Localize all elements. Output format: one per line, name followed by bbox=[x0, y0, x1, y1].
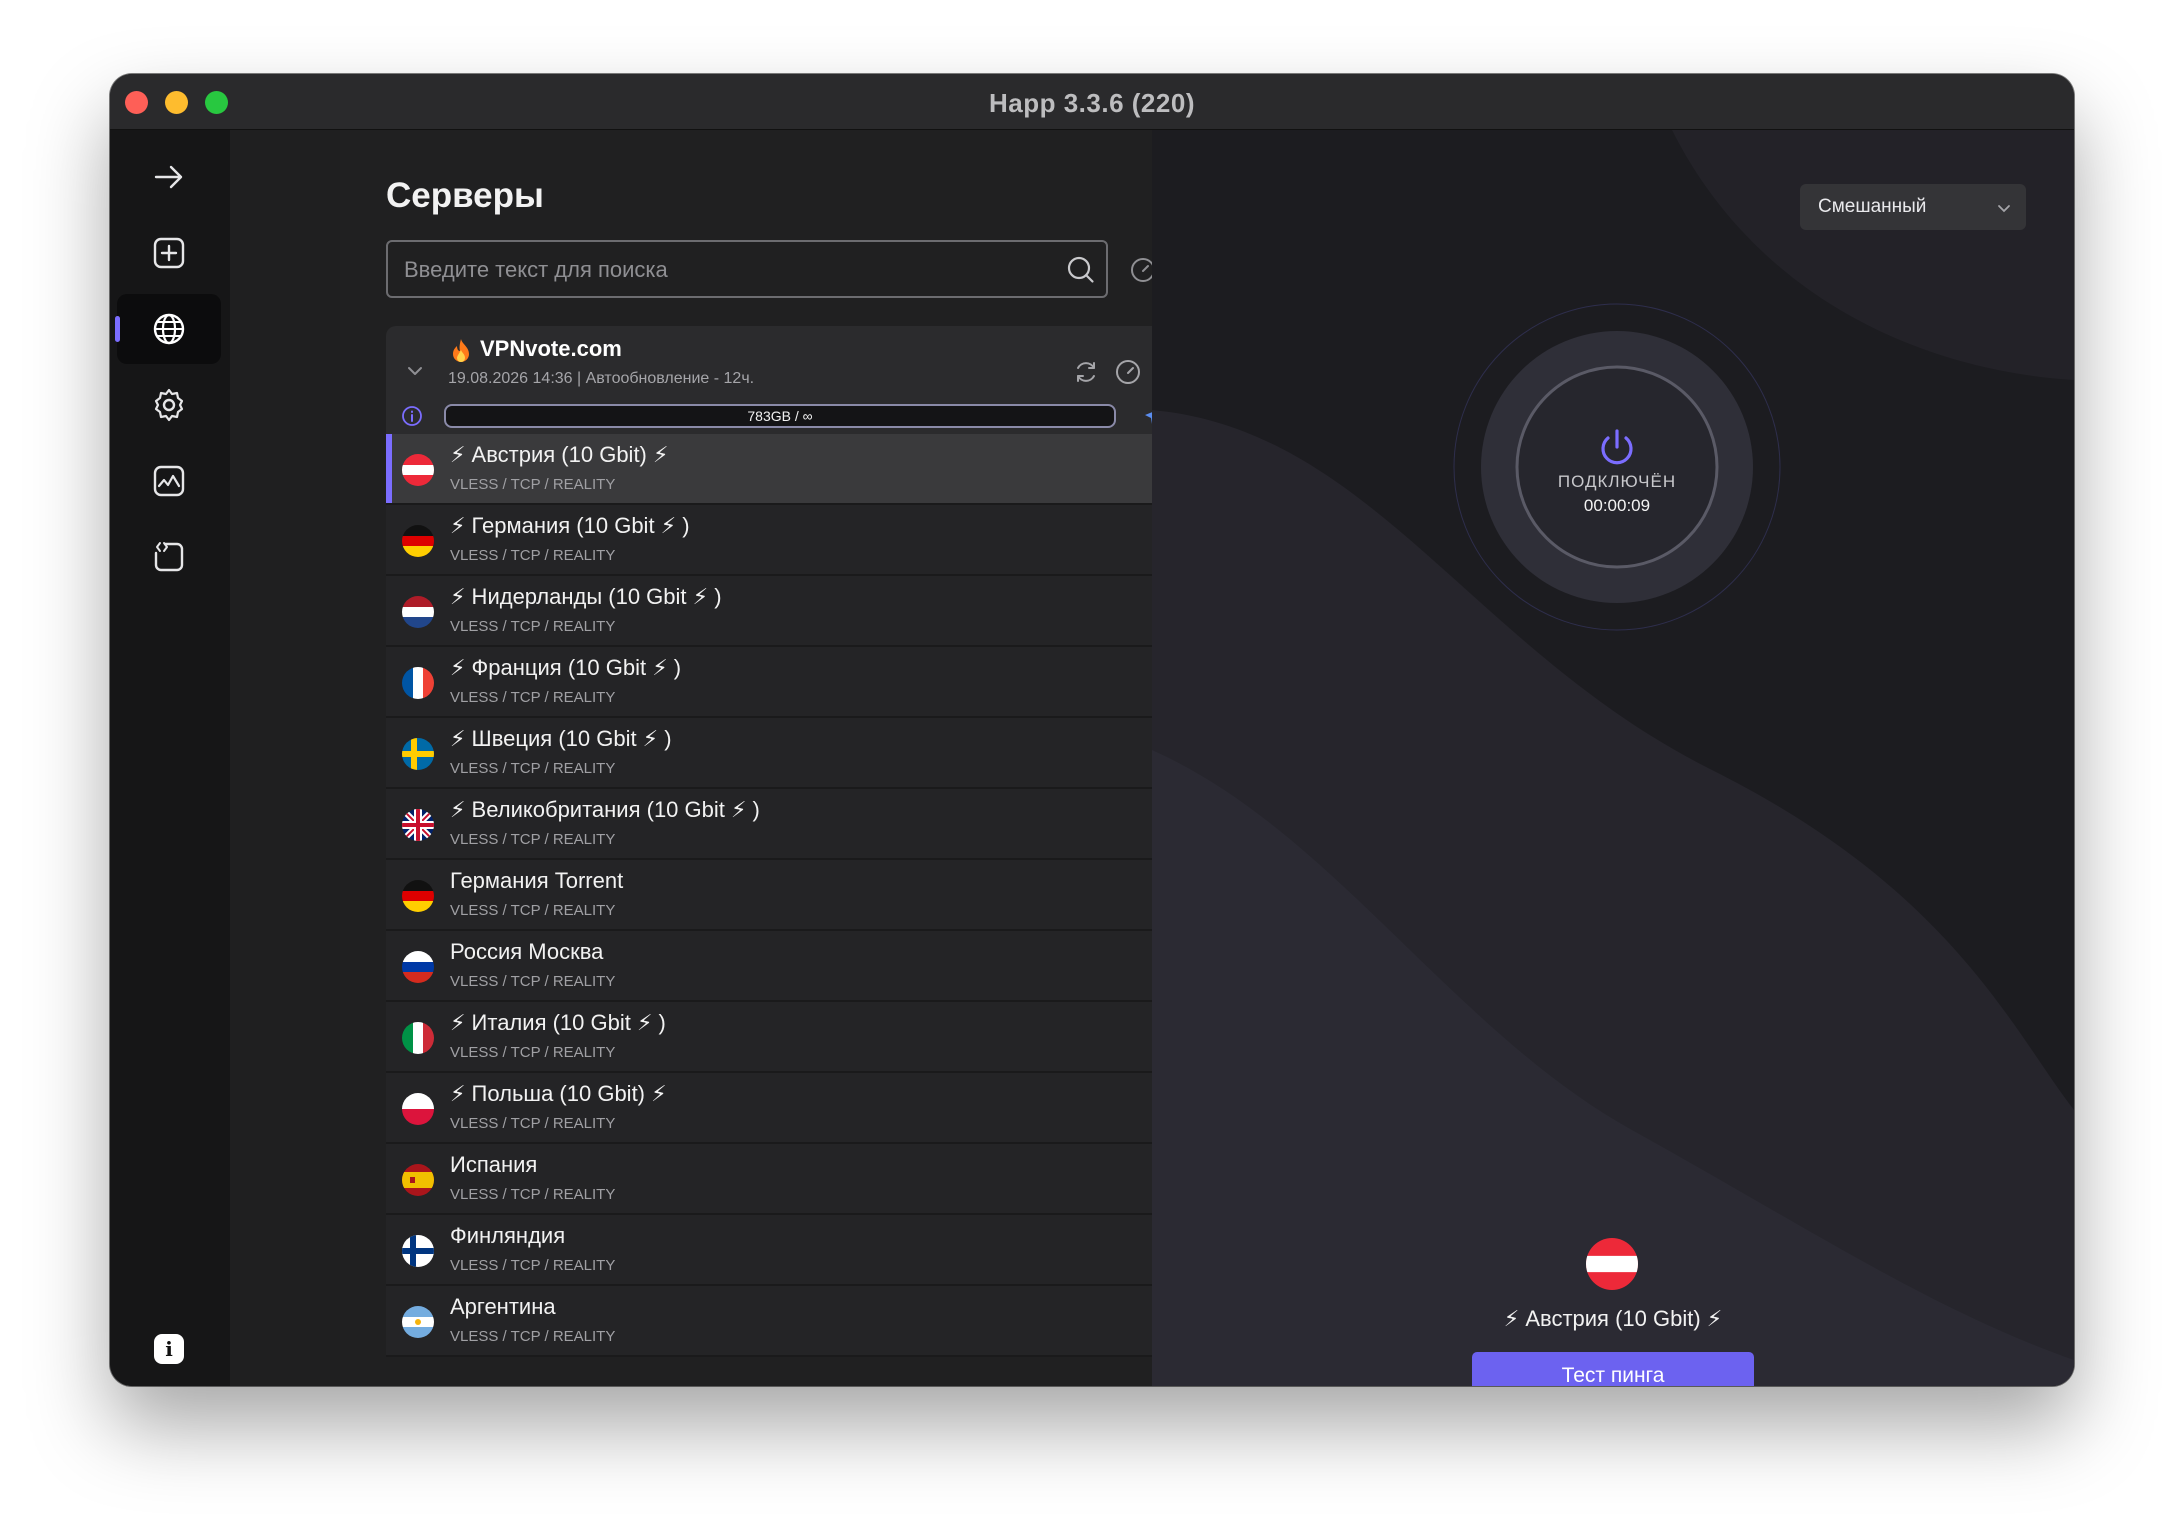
server-protocol: VLESS / TCP / REALITY bbox=[450, 1115, 616, 1132]
server-name: ⚡ Франция (10 Gbit ⚡ ) bbox=[450, 655, 682, 680]
info-circle-icon[interactable] bbox=[401, 405, 423, 427]
germany-flag-icon bbox=[402, 880, 434, 912]
search-icon[interactable] bbox=[1066, 255, 1096, 285]
server-row[interactable]: ⚡ Нидерланды (10 Gbit ⚡ ) VLESS / TCP / R… bbox=[386, 576, 1200, 647]
power-icon bbox=[1601, 429, 1633, 465]
chevron-down-icon bbox=[1998, 205, 2010, 213]
refresh-icon[interactable] bbox=[1072, 358, 1100, 386]
server-row[interactable]: ⚡ Польша (10 Gbit) ⚡ VLESS / TCP / REALIT… bbox=[386, 1073, 1200, 1144]
subscription-group[interactable]: VPNvote.com 19.08.2026 14:36 | Автообнов… bbox=[386, 326, 1200, 434]
server-name: Аргентина bbox=[450, 1294, 556, 1319]
server-name: ⚡ Нидерланды (10 Gbit ⚡ ) bbox=[450, 584, 722, 609]
server-name: ⚡ Великобритания (10 Gbit ⚡ ) bbox=[450, 797, 760, 822]
server-row[interactable]: ⚡ Швеция (10 Gbit ⚡ ) VLESS / TCP / REALI… bbox=[386, 718, 1200, 789]
server-protocol: VLESS / TCP / REALITY bbox=[450, 902, 616, 919]
ping-test-button[interactable]: Тест пинга bbox=[1472, 1352, 1754, 1386]
server-row[interactable]: ⚡ Италия (10 Gbit ⚡ ) VLESS / TCP / REALI… bbox=[386, 1002, 1200, 1073]
sidebar-item-stats[interactable] bbox=[117, 446, 221, 516]
mode-label: Смешанный bbox=[1818, 196, 1927, 217]
server-name: ⚡ Швеция (10 Gbit ⚡ ) bbox=[450, 726, 672, 751]
server-name: Финляндия bbox=[450, 1223, 566, 1248]
poland-flag-icon bbox=[402, 1093, 434, 1125]
connection-status: ПОДКЛЮЧЁН bbox=[1557, 472, 1677, 491]
activity-chart-icon bbox=[153, 465, 185, 497]
server-row[interactable]: ⚡ Австрия (10 Gbit) ⚡ VLESS / TCP / REALI… bbox=[386, 434, 1200, 505]
add-square-icon bbox=[153, 237, 185, 269]
sweden-flag-icon bbox=[402, 738, 434, 770]
server-list: ⚡ Австрия (10 Gbit) ⚡ VLESS / TCP / REALI… bbox=[386, 434, 1200, 1357]
server-protocol: VLESS / TCP / REALITY bbox=[450, 618, 616, 635]
window-title: Happ 3.3.6 (220) bbox=[989, 88, 1195, 118]
search-placeholder: Введите текст для поиска bbox=[404, 257, 668, 282]
argentina-flag-icon bbox=[402, 1306, 434, 1338]
search-input[interactable]: Введите текст для поиска bbox=[386, 240, 1108, 298]
server-protocol: VLESS / TCP / REALITY bbox=[450, 476, 616, 493]
mode-select[interactable]: Смешанный bbox=[1800, 184, 2026, 230]
server-protocol: VLESS / TCP / REALITY bbox=[450, 1257, 616, 1274]
servers-panel-content: Серверы Введите текст для поиска ··· VPN… bbox=[340, 130, 1210, 1386]
globe-icon bbox=[153, 313, 185, 345]
server-row[interactable]: Финляндия VLESS / TCP / REALITY bbox=[386, 1215, 1200, 1286]
server-protocol: VLESS / TCP / REALITY bbox=[450, 689, 616, 706]
sidebar: i bbox=[110, 130, 230, 1386]
russia-flag-icon bbox=[402, 951, 434, 983]
server-row[interactable]: ⚡ Великобритания (10 Gbit ⚡ ) VLESS / TCP… bbox=[386, 789, 1200, 860]
selected-server-flag bbox=[1586, 1238, 1638, 1290]
france-flag-icon bbox=[402, 667, 434, 699]
server-protocol: VLESS / TCP / REALITY bbox=[450, 1328, 616, 1345]
code-file-icon bbox=[154, 542, 184, 572]
connection-panel: Смешанный ПОДКЛЮЧЁН 00:00:09 ⚡ Австрия (… bbox=[1152, 130, 2074, 1386]
netherlands-flag-icon bbox=[402, 596, 434, 628]
info-icon[interactable]: i bbox=[154, 1334, 184, 1364]
server-protocol: VLESS / TCP / REALITY bbox=[450, 1186, 616, 1203]
finland-flag-icon bbox=[402, 1235, 434, 1267]
connection-timer: 00:00:09 bbox=[1583, 496, 1651, 515]
server-row[interactable]: ⚡ Германия (10 Gbit ⚡ ) VLESS / TCP / REA… bbox=[386, 505, 1200, 576]
server-name: ⚡ Польша (10 Gbit) ⚡ bbox=[450, 1081, 667, 1106]
server-row[interactable]: Германия Torrent VLESS / TCP / REALITY bbox=[386, 860, 1200, 931]
title-bar: Happ 3.3.6 (220) bbox=[110, 74, 2074, 130]
server-name: Германия Torrent bbox=[450, 868, 624, 893]
server-name: Россия Москва bbox=[450, 939, 604, 964]
server-row[interactable]: Аргентина VLESS / TCP / REALITY bbox=[386, 1286, 1200, 1357]
speed-test-icon[interactable] bbox=[1114, 358, 1142, 386]
italy-flag-icon bbox=[402, 1022, 434, 1054]
power-button[interactable]: ПОДКЛЮЧЁН 00:00:09 bbox=[1452, 302, 1782, 632]
sidebar-item-settings[interactable] bbox=[117, 370, 221, 440]
fire-icon bbox=[453, 339, 469, 362]
germany-flag-icon bbox=[402, 525, 434, 557]
app-window: Happ 3.3.6 (220) i Серверы Введите текст… bbox=[110, 74, 2074, 1386]
server-name: ⚡ Германия (10 Gbit ⚡ ) bbox=[450, 513, 690, 538]
page-title: Серверы bbox=[386, 176, 544, 215]
sidebar-item-servers[interactable] bbox=[115, 294, 221, 364]
server-row[interactable]: Россия Москва VLESS / TCP / REALITY bbox=[386, 931, 1200, 1002]
austria-flag-icon bbox=[402, 454, 434, 486]
gear-icon bbox=[154, 388, 184, 422]
server-protocol: VLESS / TCP / REALITY bbox=[450, 1044, 616, 1061]
selected-server-name: ⚡ Австрия (10 Gbit) ⚡ bbox=[1503, 1306, 1723, 1331]
traffic-usage-bar: 783GB / ∞ bbox=[444, 404, 1116, 428]
arrow-right-icon bbox=[154, 165, 183, 189]
servers-panel: Серверы Введите текст для поиска ··· VPN… bbox=[230, 130, 1210, 1386]
subscription-name: VPNvote.com bbox=[480, 336, 622, 361]
spain-flag-icon bbox=[402, 1164, 434, 1196]
server-name: ⚡ Австрия (10 Gbit) ⚡ bbox=[450, 442, 669, 467]
subscription-subtitle: 19.08.2026 14:36 | Автообновление - 12ч. bbox=[448, 370, 755, 387]
server-row[interactable]: Испания VLESS / TCP / REALITY bbox=[386, 1144, 1200, 1215]
server-name: Испания bbox=[450, 1152, 538, 1177]
sidebar-item-add[interactable] bbox=[117, 218, 221, 288]
server-row[interactable]: ⚡ Франция (10 Gbit ⚡ ) VLESS / TCP / REAL… bbox=[386, 647, 1200, 718]
server-name: ⚡ Италия (10 Gbit ⚡ ) bbox=[450, 1010, 666, 1035]
server-protocol: VLESS / TCP / REALITY bbox=[450, 973, 616, 990]
sidebar-item-connect[interactable] bbox=[117, 142, 221, 212]
server-protocol: VLESS / TCP / REALITY bbox=[450, 760, 616, 777]
sidebar-item-routing[interactable] bbox=[117, 522, 221, 592]
uk-flag-icon bbox=[402, 809, 434, 841]
server-protocol: VLESS / TCP / REALITY bbox=[450, 831, 616, 848]
server-protocol: VLESS / TCP / REALITY bbox=[450, 547, 616, 564]
chevron-down-icon[interactable] bbox=[404, 360, 426, 382]
